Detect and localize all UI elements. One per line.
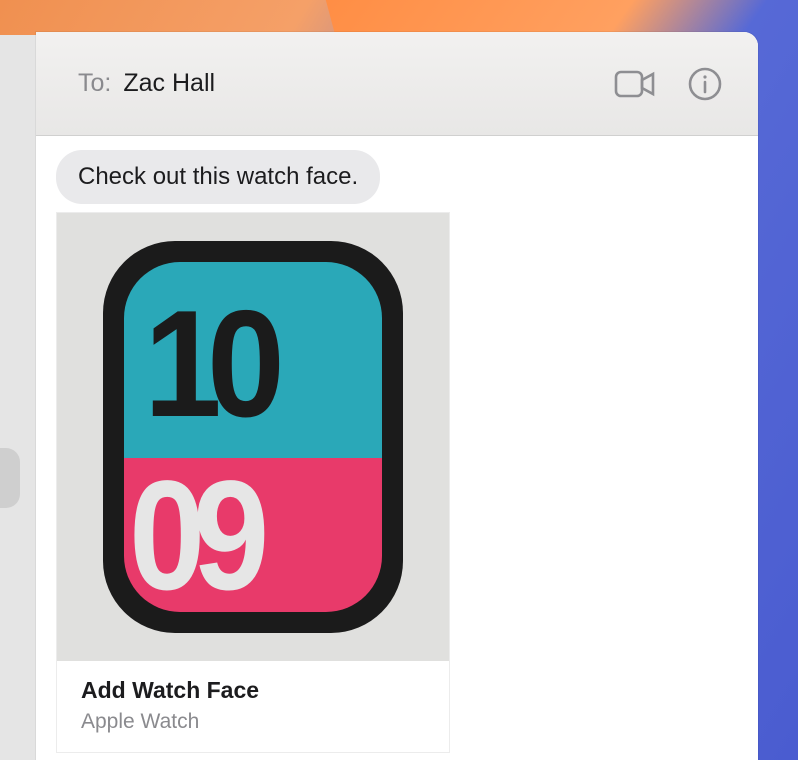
info-icon (687, 66, 723, 102)
messages-conversation-window: To: Zac Hall Check out this watch face. (36, 32, 758, 760)
to-label: To: (78, 69, 111, 98)
sidebar-item-peek[interactable] (0, 448, 20, 508)
header-actions (614, 63, 726, 105)
watchface-hour: 10 (144, 288, 270, 440)
incoming-message-bubble[interactable]: Check out this watch face. (56, 150, 380, 204)
attachment-footer: Add Watch Face Apple Watch (57, 661, 449, 752)
sidebar-background (0, 35, 36, 760)
watchface-digits: 10 09 (124, 262, 382, 612)
details-button[interactable] (684, 63, 726, 105)
watchface-minute: 09 (129, 458, 352, 612)
attachment-title: Add Watch Face (81, 677, 425, 704)
facetime-icon (614, 69, 656, 99)
conversation-header: To: Zac Hall (36, 32, 758, 136)
recipient-field[interactable]: To: Zac Hall (78, 69, 215, 98)
watch-body: 10 09 (103, 241, 403, 633)
watchface-attachment-card[interactable]: 10 09 Add Watch Face Apple Watch (56, 212, 450, 753)
watch-screen: 10 09 (124, 262, 382, 612)
conversation-body: Check out this watch face. 10 09 Add Wat… (36, 136, 758, 753)
facetime-button[interactable] (614, 63, 656, 105)
recipient-name: Zac Hall (123, 69, 215, 98)
attachment-subtitle: Apple Watch (81, 710, 425, 734)
watchface-preview: 10 09 (57, 213, 449, 661)
